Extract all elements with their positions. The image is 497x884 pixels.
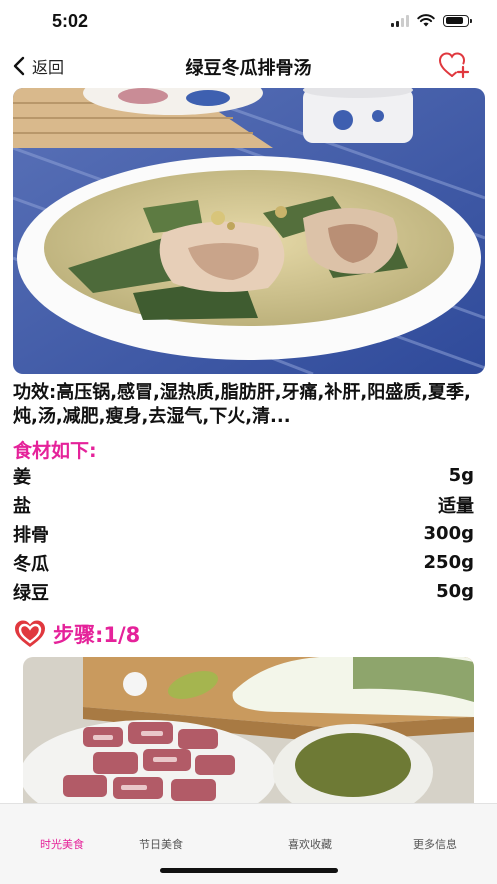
page-title: 绿豆冬瓜排骨汤 [185,58,312,79]
ingredient-amount: 50g [436,581,474,602]
ingredient-amount: 250g [423,552,474,573]
ingredients-title: 食材如下: [13,440,97,462]
add-favorite-button[interactable] [437,50,471,82]
ingredient-name: 姜 [13,466,31,488]
ingredient-name: 排骨 [13,524,49,546]
step-photo [23,657,474,807]
ingredient-row: 冬瓜 250g [13,548,474,577]
ingredient-row: 绿豆 50g [13,577,474,606]
ingredient-amount: 300g [423,523,474,544]
ingredient-amount: 适量 [438,495,474,517]
tab-more-info[interactable]: 更多信息 [373,836,497,852]
status-icons [391,14,472,27]
ingredient-row: 盐 适量 [13,490,474,519]
battery-level [445,17,463,24]
steps-header: 步骤:1/8 [13,618,140,650]
soup-photo [13,88,485,374]
recipe-effects: 功效:高压锅,感冒,湿热质,脂肪肝,牙痛,补肝,阳盛质,夏季,炖,汤,减肥,瘦身… [13,382,471,427]
signal-icon [391,14,409,27]
ingredient-name: 绿豆 [13,582,49,604]
battery-icon [443,14,472,27]
status-bar: 5:02 [0,0,497,44]
tab-festival-food[interactable]: 节日美食 [99,836,223,852]
ingredient-amount: 5g [448,465,474,486]
ingredient-row: 排骨 300g [13,519,474,548]
tab-favorites[interactable]: 喜欢收藏 [248,836,372,852]
recipe-hero-image [13,88,485,374]
ingredient-name: 冬瓜 [13,553,49,575]
ingredient-name: 盐 [13,495,31,517]
nav-bar: 返回 绿豆冬瓜排骨汤 [0,44,497,88]
step-image [23,657,474,807]
heart-icon [15,620,45,647]
home-indicator [160,868,338,873]
ingredients-list: 姜 5g 盐 适量 排骨 300g 冬瓜 250g 绿豆 50g [13,461,474,606]
status-time: 5:02 [52,11,89,31]
wifi-icon [417,14,435,27]
ingredient-row: 姜 5g [13,461,474,490]
steps-progress: 步骤:1/8 [53,623,141,647]
